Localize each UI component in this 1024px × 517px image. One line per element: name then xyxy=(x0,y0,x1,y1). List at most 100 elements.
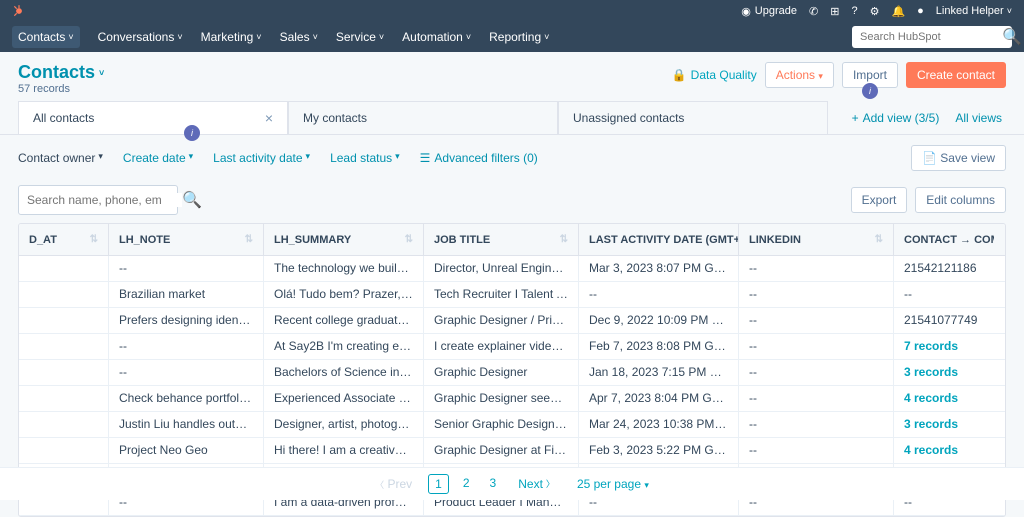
column-header[interactable]: CONTACT → COMMU⇅ xyxy=(894,224,994,255)
table-row[interactable]: Check behance portfolio. De...Experience… xyxy=(19,386,1005,412)
filter-create-date[interactable]: Create date ▾ xyxy=(123,151,193,165)
notifications-icon[interactable]: 🔔 xyxy=(891,5,905,18)
table-cell: I create explainer videos to ... xyxy=(424,334,579,359)
table-cell: Mar 3, 2023 8:07 PM GMT+4 xyxy=(579,256,739,281)
search-icon[interactable]: 🔍 xyxy=(1002,27,1022,47)
table-cell: Graphic Designer seeking op... xyxy=(424,386,579,411)
table-cell xyxy=(19,308,109,333)
table-cell[interactable]: 3 records xyxy=(894,360,994,385)
column-header[interactable]: LAST ACTIVITY DATE (GMT+4)⇅ xyxy=(579,224,739,255)
nav-item-reporting[interactable]: Reporting ˅ xyxy=(489,26,549,48)
column-header[interactable]: LH_NOTE⇅ xyxy=(109,224,264,255)
filter-last-activity[interactable]: Last activity date ▾ xyxy=(213,151,310,165)
nav-item-automation[interactable]: Automation ˅ xyxy=(402,26,471,48)
marketplace-icon[interactable]: ⊞ xyxy=(830,5,839,18)
actions-dropdown[interactable]: Actions ▾ xyxy=(765,62,834,88)
upgrade-label: Upgrade xyxy=(755,5,797,17)
filter-icon: ☰ xyxy=(420,151,431,165)
table-row[interactable]: Project Neo GeoHi there! I am a creative… xyxy=(19,438,1005,464)
table-cell: -- xyxy=(739,386,894,411)
table-cell: Jan 18, 2023 7:15 PM GMT+4 xyxy=(579,360,739,385)
per-page-select[interactable]: 25 per page ▾ xyxy=(571,475,655,493)
sort-icon: ⇅ xyxy=(245,234,253,245)
next-page[interactable]: Next 〉 xyxy=(512,475,561,493)
table-row[interactable]: --Bachelors of Science in Grap...Graphic… xyxy=(19,360,1005,386)
page-2[interactable]: 2 xyxy=(457,474,476,494)
table-cell: Bachelors of Science in Grap... xyxy=(264,360,424,385)
page-1[interactable]: 1 xyxy=(428,474,449,494)
nav-item-marketing[interactable]: Marketing ˅ xyxy=(201,26,262,48)
table-cell: Dec 9, 2022 10:09 PM GMT+4 xyxy=(579,308,739,333)
table-cell: Director, Unreal Engine at Ep... xyxy=(424,256,579,281)
table-cell: -- xyxy=(739,438,894,463)
filter-lead-status[interactable]: Lead status ▾ xyxy=(330,151,400,165)
tabs-row: All contacts×My contactsUnassigned conta… xyxy=(0,101,1024,135)
page-3[interactable]: 3 xyxy=(484,474,503,494)
table-cell xyxy=(19,438,109,463)
export-button[interactable]: Export xyxy=(851,187,908,213)
column-header[interactable]: JOB TITLE⇅ xyxy=(424,224,579,255)
table-search-input[interactable] xyxy=(27,193,182,207)
nav-item-conversations[interactable]: Conversations ˅ xyxy=(98,26,183,48)
help-icon[interactable]: ? xyxy=(851,5,857,17)
edit-columns-button[interactable]: Edit columns xyxy=(915,187,1006,213)
phone-icon[interactable]: ✆ xyxy=(809,5,818,18)
close-icon[interactable]: × xyxy=(265,110,273,126)
table-cell: -- xyxy=(739,308,894,333)
filter-contact-owner[interactable]: Contact owner ▾ xyxy=(18,151,103,165)
nav-item-contacts[interactable]: Contacts ˅ xyxy=(12,26,80,48)
table-cell: -- xyxy=(109,360,264,385)
table-cell: Experienced Associate with ... xyxy=(264,386,424,411)
column-header[interactable]: LH_SUMMARY⇅ xyxy=(264,224,424,255)
info-badge-icon: i xyxy=(184,125,200,141)
table-search[interactable]: 🔍 xyxy=(18,185,178,215)
avatar-icon[interactable]: ● xyxy=(917,5,924,17)
table-row[interactable]: --At Say2B I'm creating explai...I creat… xyxy=(19,334,1005,360)
all-views-link[interactable]: All views xyxy=(955,111,1002,125)
table-cell: At Say2B I'm creating explai... xyxy=(264,334,424,359)
table-cell: Graphic Designer at Firstup xyxy=(424,438,579,463)
global-search[interactable]: 🔍 xyxy=(852,26,1012,48)
table-cell: -- xyxy=(109,334,264,359)
table-cell xyxy=(19,334,109,359)
table-cell: Prefers designing identica xyxy=(109,308,264,333)
hubspot-logo-icon[interactable] xyxy=(12,4,26,18)
table-cell[interactable]: 3 records xyxy=(894,412,994,437)
tab-my-contacts[interactable]: My contacts xyxy=(288,101,558,134)
table-cell[interactable]: 7 records xyxy=(894,334,994,359)
account-menu[interactable]: Linked Helper ˅ xyxy=(936,5,1012,17)
table-cell xyxy=(19,282,109,307)
column-header[interactable]: D_AT⇅ xyxy=(19,224,109,255)
upgrade-button[interactable]: ◉ Upgrade xyxy=(741,5,797,18)
page-title[interactable]: Contacts˅ xyxy=(18,62,104,83)
prev-page[interactable]: 〈 Prev xyxy=(369,475,418,493)
table-row[interactable]: Brazilian marketOlá! Tudo bem? Prazer, m… xyxy=(19,282,1005,308)
advanced-filters[interactable]: ☰Advanced filters (0) xyxy=(420,151,538,165)
topbar-right: ◉ Upgrade ✆ ⊞ ? ⚙ 🔔 ● Linked Helper ˅ xyxy=(741,5,1012,18)
table-row[interactable]: Prefers designing identicaRecent college… xyxy=(19,308,1005,334)
nav-item-sales[interactable]: Sales ˅ xyxy=(280,26,318,48)
search-icon[interactable]: 🔍 xyxy=(182,190,202,210)
table-row[interactable]: -- The technology we build for ...Directo… xyxy=(19,256,1005,282)
global-search-input[interactable] xyxy=(860,31,1002,43)
table-row[interactable]: Justin Liu handles outbound ...Designer,… xyxy=(19,412,1005,438)
tab-unassigned-contacts[interactable]: Unassigned contacts xyxy=(558,101,828,134)
nav-item-service[interactable]: Service ˅ xyxy=(336,26,384,48)
tab-all-contacts[interactable]: All contacts× xyxy=(18,101,288,134)
table-cell: -- xyxy=(739,360,894,385)
add-view-button[interactable]: +Add view (3/5) xyxy=(852,111,940,125)
table-cell: -- xyxy=(579,282,739,307)
sort-icon: ⇅ xyxy=(875,234,883,245)
column-header[interactable]: LINKEDIN⇅ xyxy=(739,224,894,255)
lock-icon: 🔒 xyxy=(672,68,687,82)
table-cell: The technology we build for ... xyxy=(264,256,424,281)
create-contact-button[interactable]: Create contact xyxy=(906,62,1006,88)
table-cell: Check behance portfolio. De... xyxy=(109,386,264,411)
save-view-button[interactable]: 📄 Save view xyxy=(911,145,1006,171)
table-cell[interactable]: 4 records xyxy=(894,438,994,463)
data-quality-link[interactable]: 🔒 Data Quality xyxy=(672,68,757,82)
table-cell[interactable]: 4 records xyxy=(894,386,994,411)
table-cell: Mar 24, 2023 10:38 PM GMT+4 xyxy=(579,412,739,437)
table-cell: -- xyxy=(739,256,894,281)
settings-icon[interactable]: ⚙ xyxy=(870,5,880,18)
